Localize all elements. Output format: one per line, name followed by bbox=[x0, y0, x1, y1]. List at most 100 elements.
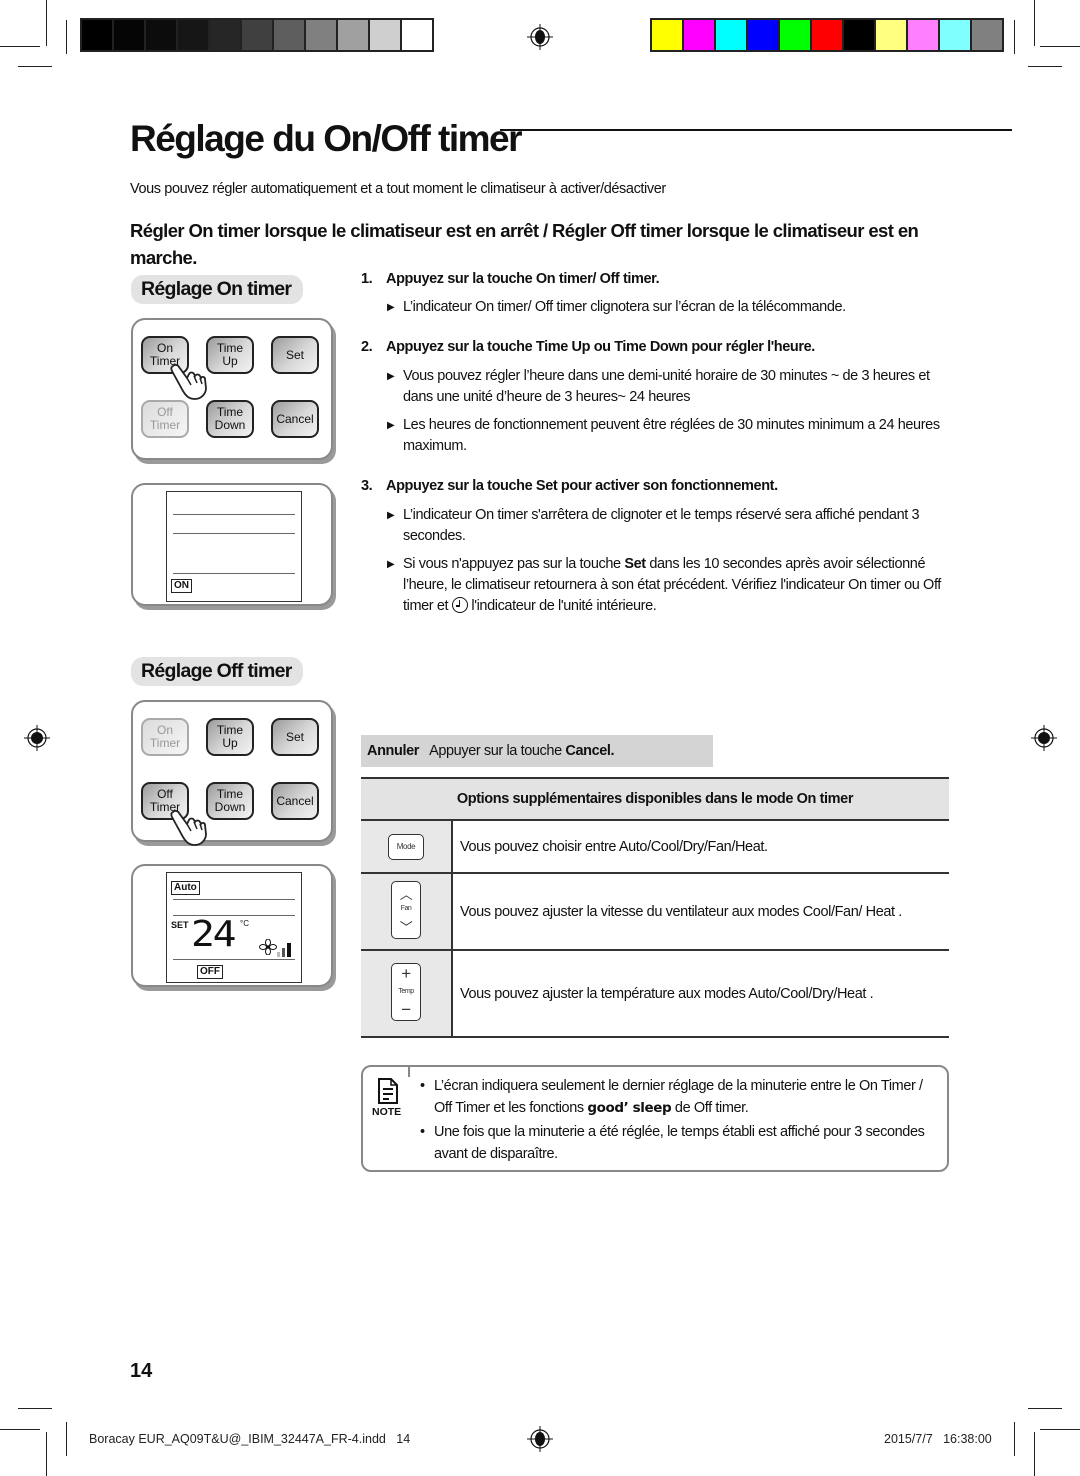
color-swatch bbox=[242, 20, 272, 50]
fan-key-icon: ︿ Fan ﹀ bbox=[391, 880, 421, 939]
timer-clock-icon bbox=[451, 597, 468, 613]
color-swatch bbox=[82, 20, 112, 50]
chevron-down-icon: ﹀ bbox=[399, 919, 413, 935]
button-label: Time Down bbox=[214, 405, 246, 432]
color-swatch bbox=[684, 20, 714, 50]
color-swatch bbox=[114, 20, 144, 50]
button-label: Cancel bbox=[276, 411, 314, 426]
off-panel-time-up-button[interactable]: Time Up bbox=[206, 718, 254, 756]
fan-speed-bars-icon bbox=[277, 943, 291, 957]
note-item-text: L’écran indiquera seulement le dernier r… bbox=[420, 1075, 940, 1119]
temperature-unit: °C bbox=[240, 919, 249, 928]
off-panel-on-timer-button[interactable]: On Timer bbox=[141, 718, 189, 756]
step-number: 2. bbox=[361, 339, 373, 355]
cancel-label: Annuler bbox=[367, 743, 419, 759]
triangle-bullet-icon: ▶ bbox=[387, 302, 395, 313]
step-2-bullet: ▶ Les heures de fonctionnement peuvent êt… bbox=[387, 415, 952, 457]
temperature-readout: 24 bbox=[191, 914, 237, 955]
registration-mark-icon bbox=[527, 24, 553, 50]
button-label: On Timer bbox=[149, 723, 181, 750]
button-label: Time Up bbox=[216, 341, 244, 368]
bullet-text: Vous pouvez régler l’heure dans une demi… bbox=[403, 368, 930, 405]
mode-key-icon: Mode bbox=[388, 833, 424, 860]
on-timer-remote-display: ON bbox=[131, 483, 333, 606]
color-swatch bbox=[972, 20, 1002, 50]
crop-mark bbox=[1034, 1432, 1035, 1476]
step-title-text: Appuyez sur la touche Set pour activer s… bbox=[386, 478, 778, 494]
intro-text: Vous pouvez régler automatiquement et a … bbox=[130, 181, 666, 197]
table-row: ︿ Fan ﹀ Vous pouvez ajuster la vitesse du … bbox=[361, 873, 949, 951]
on-panel-cancel-button[interactable]: Cancel bbox=[271, 400, 319, 438]
footer-file-info: Boracay EUR_AQ09T&U@_IBIM_32447A_FR-4.in… bbox=[89, 1432, 411, 1446]
title-rule bbox=[500, 129, 1012, 131]
color-swatch bbox=[274, 20, 304, 50]
bullet-text: Si vous n'appuyez pas sur la touche Set … bbox=[387, 554, 952, 617]
set-key-emphasis: Set bbox=[624, 556, 646, 572]
note-text-part: de Off timer. bbox=[671, 1100, 749, 1116]
plus-icon: + bbox=[401, 963, 411, 983]
color-swatch bbox=[146, 20, 176, 50]
fan-key-label: Fan bbox=[400, 904, 412, 912]
note-item: • L’écran indiquera seulement le dernier … bbox=[420, 1075, 940, 1119]
note-item-text: Une fois que la minuterie a été réglée, … bbox=[434, 1124, 925, 1162]
crop-mark bbox=[1034, 0, 1035, 46]
color-swatch bbox=[876, 20, 906, 50]
step-2-title: 2. Appuyez sur la touche Time Up ou Time … bbox=[361, 339, 815, 355]
on-timer-section-label: Réglage On timer bbox=[131, 275, 303, 304]
step-3-bullet: ▶ L’indicateur On timer s'arrêtera de cli… bbox=[387, 505, 952, 547]
off-timer-remote-keypad: On Timer Time Up Set Off Timer Time Down Cancel bbox=[131, 700, 333, 846]
good-sleep-emphasis: good’ sleep bbox=[587, 1100, 672, 1116]
registration-mark-icon bbox=[1031, 725, 1057, 751]
pointing-hand-icon bbox=[167, 358, 211, 402]
step-1-title: 1. Appuyez sur la touche On timer/ Off ti… bbox=[361, 271, 660, 287]
page-number: 14 bbox=[130, 1360, 153, 1382]
table-text-cell: Vous pouvez ajuster la température aux m… bbox=[452, 950, 949, 1038]
color-swatch bbox=[178, 20, 208, 50]
crop-mark bbox=[1014, 20, 1015, 54]
table-icon-cell: + Temp − bbox=[361, 950, 453, 1038]
cancel-key-name: Cancel. bbox=[565, 743, 615, 759]
off-panel-cancel-button[interactable]: Cancel bbox=[271, 782, 319, 820]
color-swatch bbox=[210, 20, 240, 50]
table-row: Mode Vous pouvez choisir entre Auto/Cool… bbox=[361, 820, 949, 874]
color-swatch bbox=[652, 20, 682, 50]
bullet-text-part: l'indicateur de l'unité intérieure. bbox=[467, 598, 657, 614]
note-box: NOTE • L’écran indiquera seulement le der… bbox=[361, 1065, 949, 1172]
crop-mark bbox=[66, 20, 67, 54]
step-number: 3. bbox=[361, 478, 373, 494]
button-label: Time Down bbox=[214, 787, 246, 814]
temp-key-label: Temp bbox=[398, 987, 414, 995]
options-table: Options supplémentaires disponibles dans… bbox=[361, 777, 949, 1038]
on-panel-off-timer-button[interactable]: Off Timer bbox=[141, 400, 189, 438]
grayscale-calibration-bar bbox=[80, 18, 434, 52]
on-panel-time-down-button[interactable]: Time Down bbox=[206, 400, 254, 438]
note-document-icon bbox=[378, 1078, 398, 1104]
color-swatch bbox=[402, 20, 432, 50]
color-swatch bbox=[370, 20, 400, 50]
color-calibration-bar bbox=[650, 18, 1004, 52]
lcd-divider bbox=[173, 959, 295, 960]
lcd-divider bbox=[173, 514, 295, 515]
triangle-bullet-icon: ▶ bbox=[387, 420, 395, 431]
crop-mark bbox=[0, 46, 40, 47]
color-swatch bbox=[780, 20, 810, 50]
note-label: NOTE bbox=[372, 1106, 402, 1118]
off-panel-set-button[interactable]: Set bbox=[271, 718, 319, 756]
on-panel-set-button[interactable]: Set bbox=[271, 336, 319, 374]
crop-mark bbox=[1014, 1422, 1015, 1456]
pointing-hand-icon bbox=[167, 804, 211, 848]
button-label: Set bbox=[285, 729, 304, 744]
lcd-divider bbox=[173, 533, 295, 534]
bullet-text: Les heures de fonctionnement peuvent êtr… bbox=[403, 417, 940, 454]
on-panel-time-up-button[interactable]: Time Up bbox=[206, 336, 254, 374]
off-panel-time-down-button[interactable]: Time Down bbox=[206, 782, 254, 820]
step-number: 1. bbox=[361, 271, 373, 287]
off-timer-remote-display: Auto SET 24 °C OFF bbox=[131, 864, 333, 987]
footer-timestamp: 2015/7/7 16:38:00 bbox=[884, 1432, 992, 1446]
table-icon-cell: Mode bbox=[361, 820, 453, 874]
options-table-header: Options supplémentaires disponibles dans… bbox=[361, 777, 949, 821]
cancel-text: Appuyer sur la touche bbox=[429, 743, 566, 759]
on-indicator-tag: ON bbox=[171, 579, 192, 593]
temp-key-icon: + Temp − bbox=[391, 962, 421, 1021]
button-label: Time Up bbox=[216, 723, 244, 750]
